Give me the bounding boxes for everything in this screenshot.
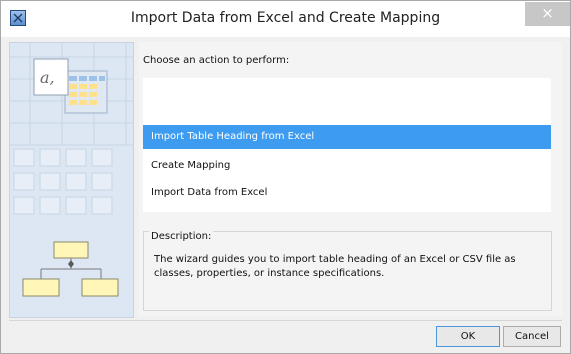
button-separator [9, 320, 562, 321]
import-mapping-dialog: Import Data from Excel and Create Mappin… [0, 0, 571, 354]
dialog-title: Import Data from Excel and Create Mappin… [130, 10, 441, 26]
dialog-body: a, Choose an action to perform: Import T… [9, 38, 562, 353]
cancel-button[interactable]: Cancel [503, 326, 561, 347]
wizard-illustration-panel: a, [9, 42, 134, 318]
action-import-table-heading[interactable]: Import Table Heading from Excel [143, 125, 551, 149]
action-import-data[interactable]: Import Data from Excel [143, 181, 551, 205]
description-label: Description: [149, 231, 214, 242]
title-bar[interactable]: Import Data from Excel and Create Mappin… [1, 1, 570, 37]
action-list[interactable]: Import Table Heading from Excel Create M… [143, 78, 551, 212]
close-button[interactable]: × [525, 2, 570, 26]
illustration-letter: a, [40, 68, 55, 87]
description-text: The wizard guides you to import table he… [154, 254, 516, 279]
action-prompt: Choose an action to perform: [143, 55, 290, 66]
ok-button[interactable]: OK [436, 326, 500, 347]
wizard-diagram-icon [22, 241, 119, 297]
description-group: Description: The wizard guides you to im… [143, 231, 552, 311]
action-create-mapping[interactable]: Create Mapping [143, 154, 551, 178]
wizard-spreadsheet-icon: a, [33, 58, 108, 114]
wizard-content: Choose an action to perform: Import Tabl… [139, 42, 562, 316]
